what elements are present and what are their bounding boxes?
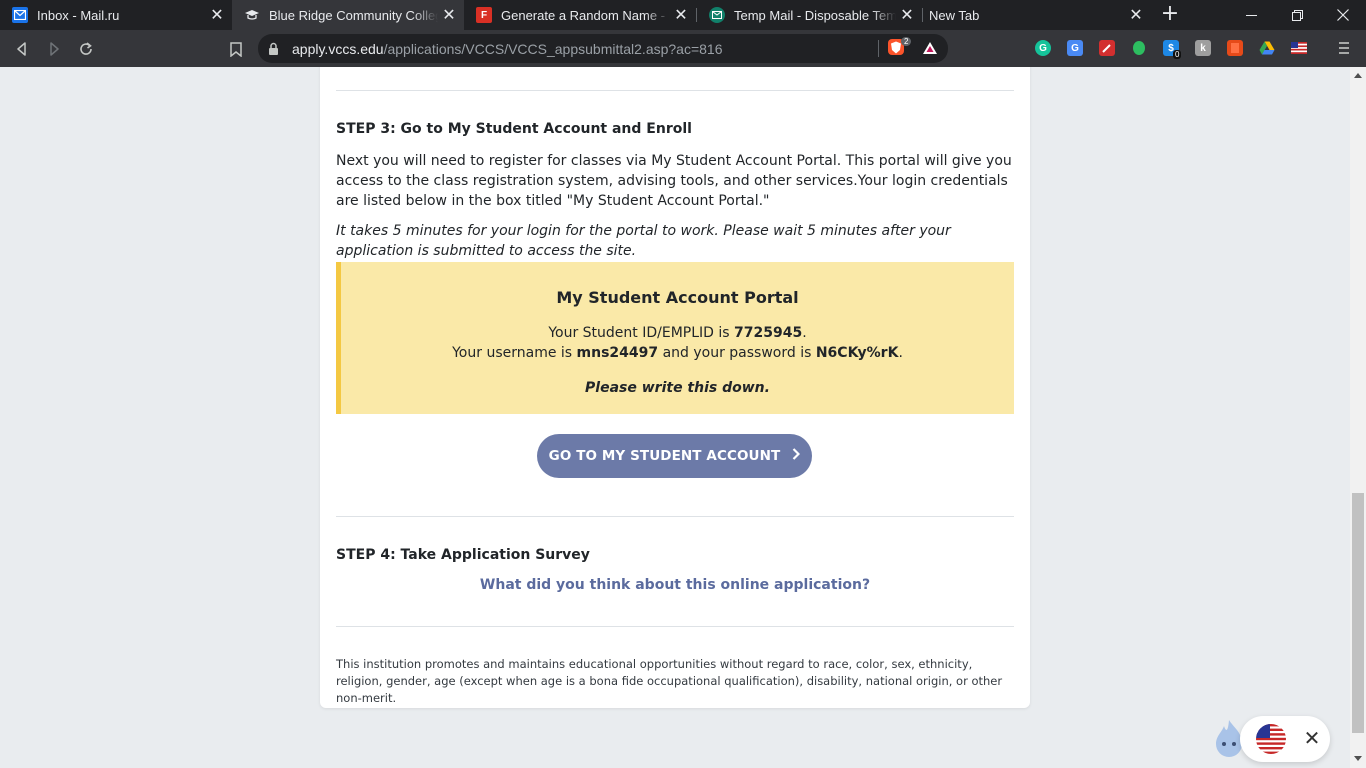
extension-badge: 0 [1173,50,1182,59]
tab-blue-ridge[interactable]: Blue Ridge Community College - ✕ [232,0,464,30]
reload-icon[interactable] [72,35,100,63]
grammarly-icon[interactable]: G [1035,40,1051,56]
step3-paragraph: Next you will need to register for class… [336,153,1012,209]
password-value: N6CKy%rK [815,345,899,361]
browser-toolbar: apply.vccs.edu/applications/VCCS/VCCS_ap… [0,30,1366,67]
url-text[interactable]: apply.vccs.edu/applications/VCCS/VCCS_ap… [292,41,723,57]
punctuation: . [802,325,807,341]
go-to-student-account-button[interactable]: GO TO MY STUDENT ACCOUNT [537,434,812,478]
password-label: and your password is [658,345,816,361]
close-tab-icon[interactable]: ✕ [1125,5,1147,25]
username-label: Your username is [452,345,577,361]
step3-title: STEP 3: Go to My Student Account and Enr… [336,121,692,137]
student-id-value: 7725945 [734,325,803,341]
step3-note: It takes 5 minutes for your login for th… [336,223,951,259]
close-tab-icon[interactable]: ✕ [896,5,918,25]
office-icon[interactable] [1227,40,1243,56]
address-bar[interactable]: apply.vccs.edu/applications/VCCS/VCCS_ap… [258,34,948,63]
new-tab-plus-icon[interactable]: + [1158,3,1182,27]
page-scrollbar[interactable] [1350,67,1366,768]
portal-title: My Student Account Portal [556,288,799,307]
credentials-line: Your username is mns24497 and your passw… [341,345,1014,361]
graduation-cap-icon [244,7,260,23]
chevron-right-icon [792,448,801,464]
lock-icon[interactable] [268,41,279,60]
back-icon[interactable] [8,35,36,63]
nondiscrimination-notice: This institution promotes and maintains … [336,657,1003,705]
student-portal-box: My Student Account Portal Your Student I… [336,262,1014,414]
tab-title: Blue Ridge Community College - [269,7,438,23]
tab-fake-name[interactable]: F Generate a Random Name - Mal ✕ [464,0,696,30]
divider [336,626,1014,627]
evernote-icon[interactable] [1131,40,1147,56]
grey-extension-icon[interactable]: k [1195,40,1211,56]
restore-window-icon[interactable] [1274,0,1320,30]
student-id-label: Your Student ID/EMPLID is [548,325,735,341]
google-drive-icon[interactable] [1259,40,1275,56]
divider [336,516,1014,517]
tab-title: Temp Mail - Disposable Tempora [734,7,896,23]
step4-title: STEP 4: Take Application Survey [336,547,590,563]
tab-title: Generate a Random Name - Mal [501,7,670,23]
scroll-up-arrow-icon[interactable] [1354,73,1362,78]
tab-title: Inbox - Mail.ru [37,7,120,23]
close-tab-icon[interactable]: ✕ [438,5,460,25]
divider [336,90,1014,91]
google-translate-icon[interactable]: G [1067,40,1083,56]
close-window-icon[interactable] [1320,0,1366,30]
brave-badge: 2 [901,37,912,46]
survey-link[interactable]: What did you think about this online app… [320,577,1030,593]
tab-title: New Tab [929,7,980,23]
tab-strip: Inbox - Mail.ru ✕ Blue Ridge Community C… [0,0,1366,30]
scroll-down-arrow-icon[interactable] [1354,756,1362,761]
us-flag-icon[interactable] [1256,724,1286,754]
username-value: mns24497 [576,345,659,361]
write-down-reminder: Please write this down. [585,380,770,396]
brave-rewards-icon[interactable] [922,40,938,56]
url-host: apply.vccs.edu [292,41,384,57]
content-card: STEP 3: Go to My Student Account and Enr… [320,67,1030,708]
omnibox-separator [878,40,879,57]
browser-menu-icon[interactable] [1334,38,1354,58]
minimize-window-icon[interactable] [1228,0,1274,30]
us-flag-icon[interactable] [1291,40,1307,56]
punctuation: . [898,345,903,361]
tab-temp-mail[interactable]: Temp Mail - Disposable Tempora ✕ [697,0,922,30]
student-id-line: Your Student ID/EMPLID is 7725945. [341,325,1014,341]
tempmail-icon [709,7,725,23]
close-tab-icon[interactable]: ✕ [670,5,692,25]
fake-name-icon: F [476,7,492,23]
tab-new-tab[interactable]: New Tab ✕ [917,0,1151,30]
bookmark-icon[interactable] [222,35,250,63]
tab-mailru[interactable]: Inbox - Mail.ru ✕ [0,0,232,30]
close-icon[interactable]: ✕ [1302,728,1322,748]
close-tab-icon[interactable]: ✕ [206,5,228,25]
scrollbar-thumb[interactable] [1352,493,1364,733]
highlighter-icon[interactable] [1099,40,1115,56]
mailru-icon [12,7,28,23]
forward-icon[interactable] [40,35,68,63]
page-viewport: STEP 3: Go to My Student Account and Enr… [0,67,1350,768]
go-button-label: GO TO MY STUDENT ACCOUNT [548,448,781,464]
url-path: /applications/VCCS/VCCS_appsubmittal2.as… [383,41,723,57]
